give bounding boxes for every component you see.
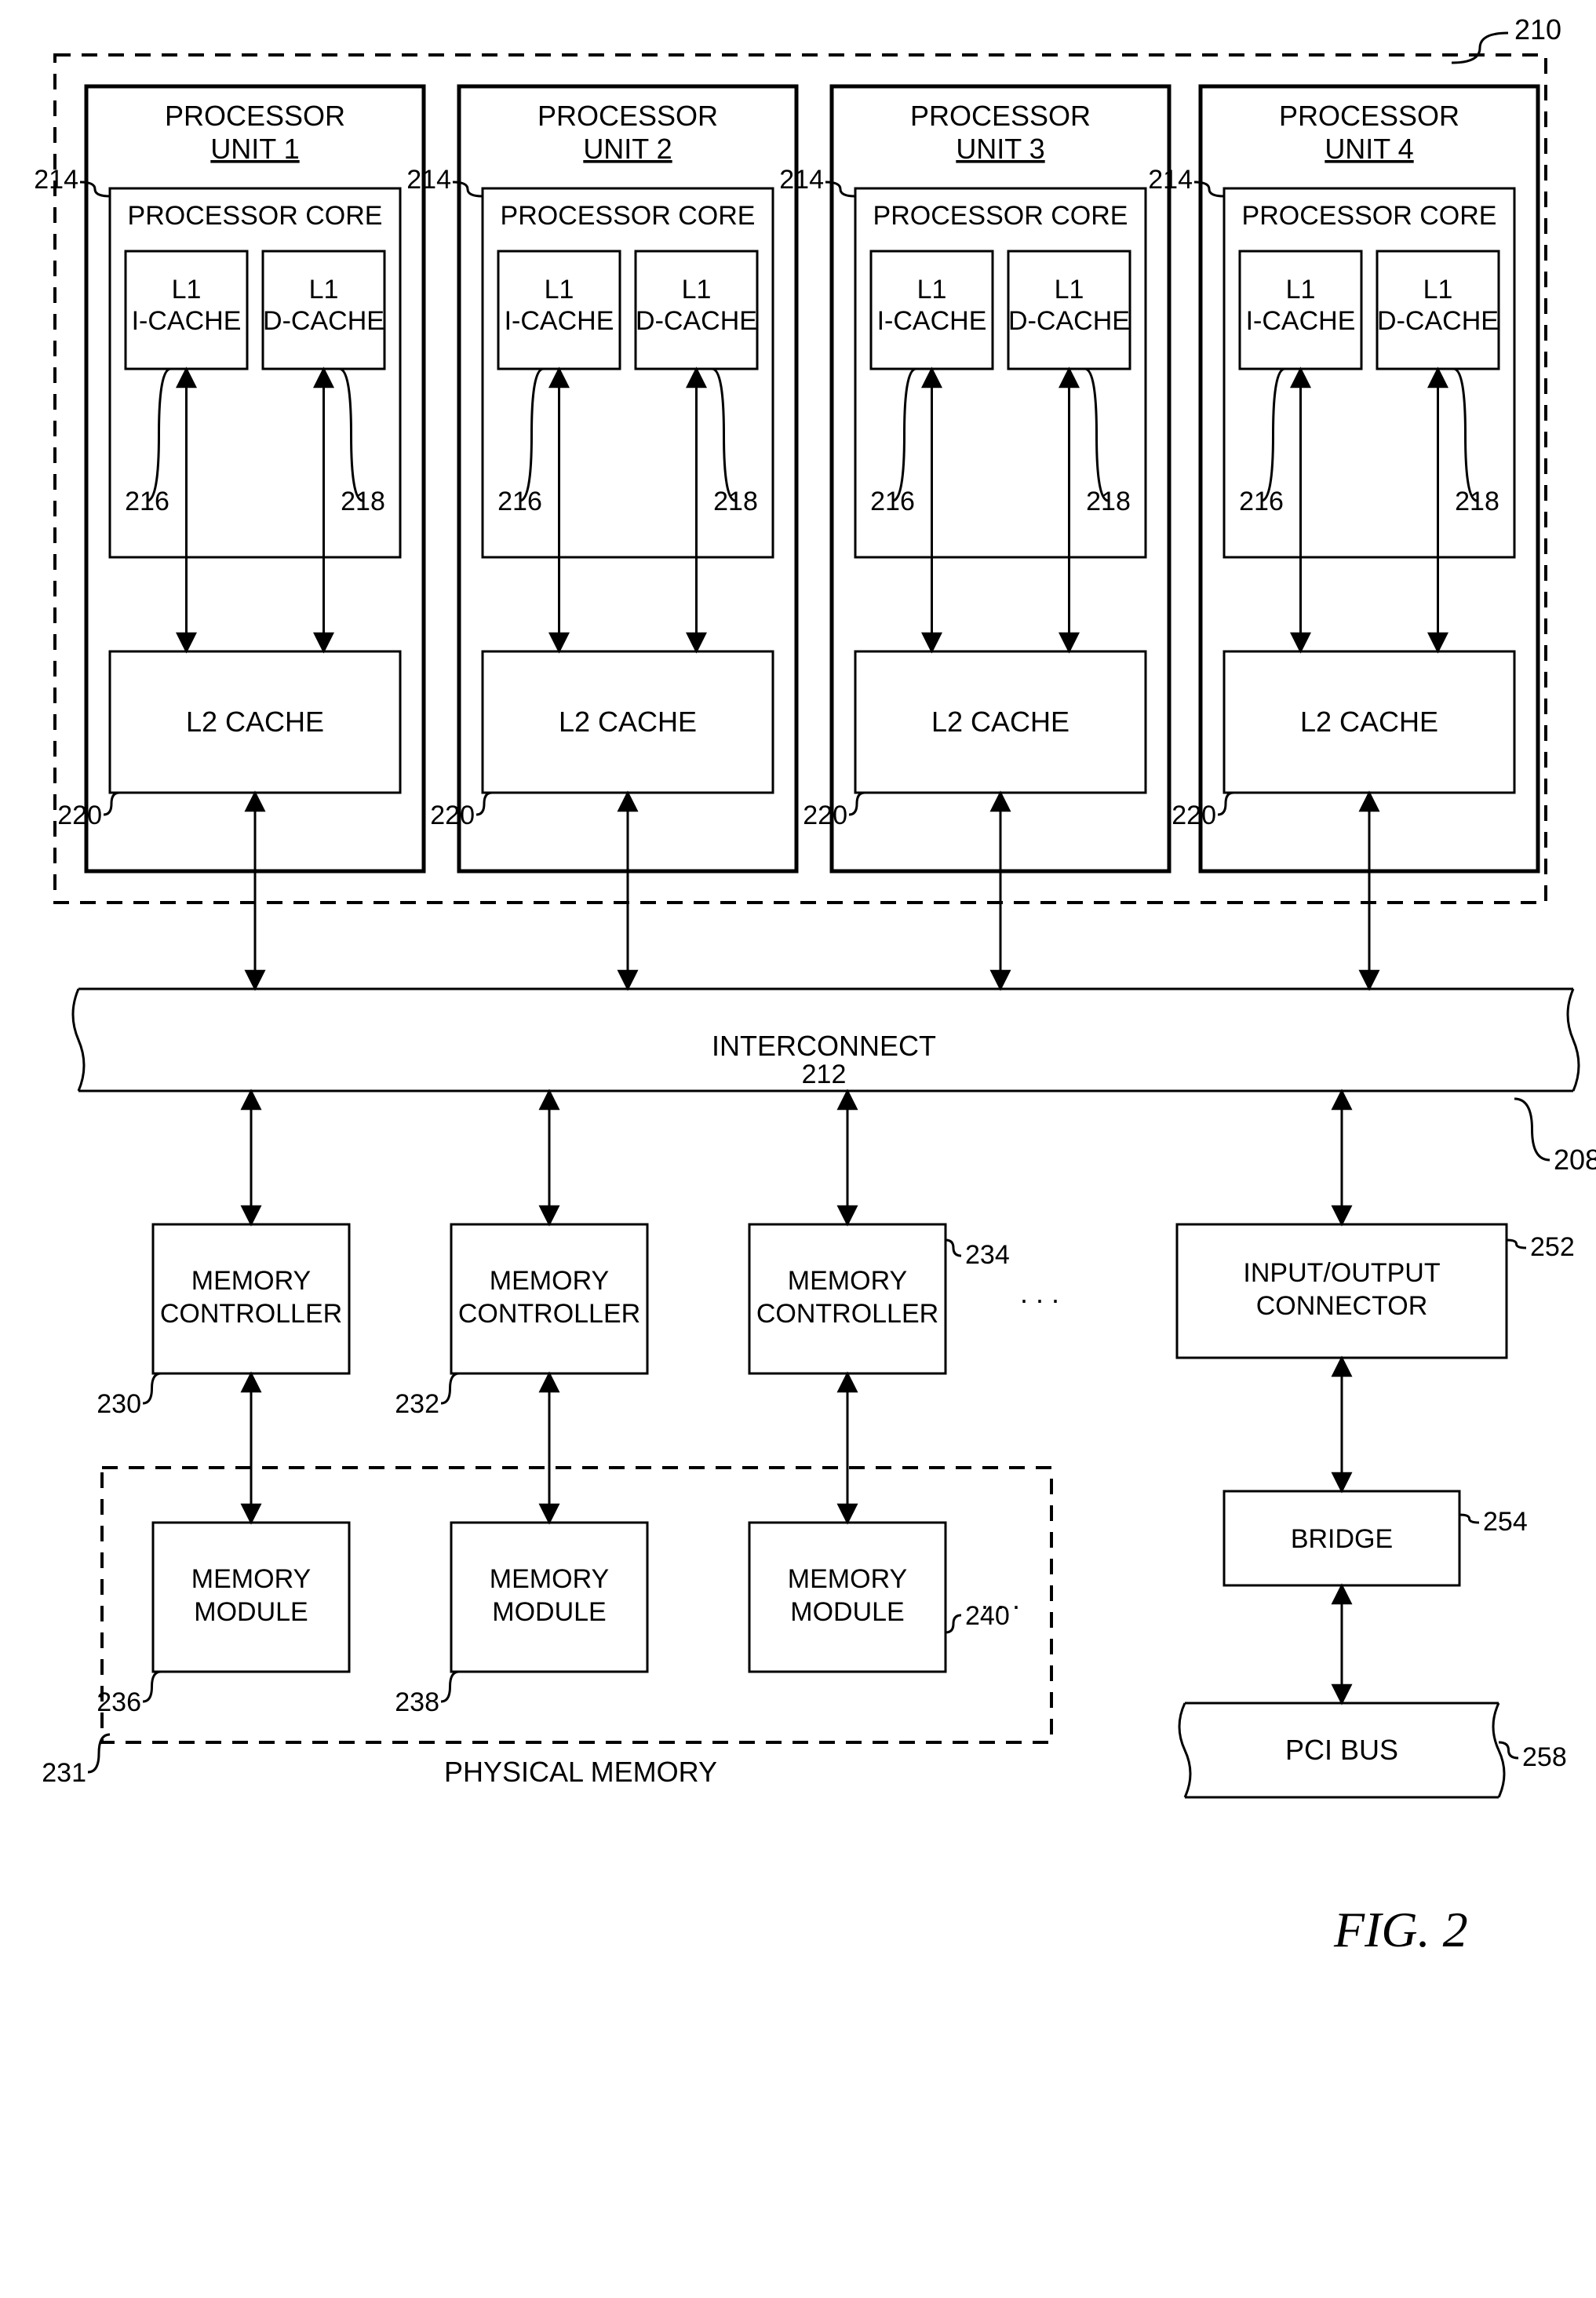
ref-230: 230 — [97, 1389, 141, 1419]
ioconn-label: INPUT/OUTPUT — [1243, 1258, 1440, 1288]
leader-236 — [143, 1672, 161, 1702]
connector-label: CONNECTOR — [1256, 1291, 1428, 1321]
ref-214: 214 — [406, 165, 451, 195]
l1-label: L1 — [917, 275, 947, 305]
l1-label: L1 — [545, 275, 574, 305]
dcache-label: D-CACHE — [1008, 306, 1130, 336]
proc-unit-num: UNIT 3 — [956, 133, 1044, 165]
leader-210 — [1452, 33, 1508, 63]
ref-214: 214 — [779, 165, 824, 195]
proc-unit-title: PROCESSOR — [537, 100, 718, 132]
l1-label: L1 — [172, 275, 202, 305]
ref-214: 214 — [1148, 165, 1193, 195]
ref-232: 232 — [395, 1389, 439, 1419]
icache-label: I-CACHE — [877, 306, 987, 336]
ref-231: 231 — [42, 1758, 86, 1788]
figure-label: FIG. 2 — [1333, 1902, 1468, 1957]
dots-mm: . . . — [981, 1583, 1020, 1615]
dcache-label: D-CACHE — [263, 306, 384, 336]
mem-label: MEMORY — [490, 1266, 609, 1296]
icache-label: I-CACHE — [132, 306, 242, 336]
mem-label: MEMORY — [788, 1266, 907, 1296]
ref-236: 236 — [97, 1687, 141, 1717]
proc-unit-title: PROCESSOR — [910, 100, 1091, 132]
controller-label: CONTROLLER — [160, 1299, 342, 1329]
leader-234 — [946, 1240, 961, 1256]
module-label: MODULE — [492, 1597, 606, 1627]
ref-220: 220 — [57, 801, 102, 830]
ref-212: 212 — [802, 1060, 847, 1089]
mem-label: MEMORY — [490, 1564, 609, 1594]
l2-label: L2 CACHE — [1300, 706, 1438, 738]
l1-label: L1 — [1286, 275, 1316, 305]
ref-214: 214 — [34, 165, 78, 195]
ref-252: 252 — [1530, 1232, 1575, 1262]
ref-208: 208 — [1554, 1144, 1596, 1176]
ref-258: 258 — [1522, 1742, 1567, 1772]
ref-234: 234 — [965, 1240, 1010, 1270]
leader-252 — [1507, 1240, 1526, 1248]
dots-mc: . . . — [1020, 1277, 1059, 1309]
module-label: MODULE — [194, 1597, 308, 1627]
leader-231 — [88, 1734, 110, 1772]
proc-core-title: PROCESSOR CORE — [1242, 201, 1497, 231]
interconnect-label: INTERCONNECT — [712, 1030, 936, 1062]
l1-label: L1 — [682, 275, 712, 305]
dcache-label: D-CACHE — [636, 306, 757, 336]
leader-232 — [441, 1373, 459, 1403]
module-label: MODULE — [790, 1597, 904, 1627]
proc-unit-title: PROCESSOR — [1279, 100, 1459, 132]
mem-label: MEMORY — [788, 1564, 907, 1594]
proc-core-title: PROCESSOR CORE — [501, 201, 756, 231]
l1-label: L1 — [1423, 275, 1453, 305]
physmem-label: PHYSICAL MEMORY — [444, 1756, 717, 1788]
controller-label: CONTROLLER — [458, 1299, 640, 1329]
leader-230 — [143, 1373, 161, 1403]
ref-220: 220 — [430, 801, 475, 830]
mem-label: MEMORY — [191, 1564, 311, 1594]
ref-220: 220 — [1171, 801, 1216, 830]
l2-label: L2 CACHE — [931, 706, 1069, 738]
l1-label: L1 — [309, 275, 339, 305]
pci-label: PCI BUS — [1285, 1734, 1398, 1766]
proc-unit-title: PROCESSOR — [165, 100, 345, 132]
proc-core-title: PROCESSOR CORE — [128, 201, 383, 231]
proc-unit-num: UNIT 4 — [1325, 133, 1413, 165]
bridge-label: BRIDGE — [1291, 1524, 1393, 1554]
l2-label: L2 CACHE — [559, 706, 697, 738]
proc-core-title: PROCESSOR CORE — [873, 201, 1128, 231]
dcache-label: D-CACHE — [1377, 306, 1499, 336]
controller-label: CONTROLLER — [756, 1299, 938, 1329]
ref-210: 210 — [1514, 13, 1561, 46]
proc-unit-num: UNIT 2 — [583, 133, 672, 165]
leader-208 — [1514, 1099, 1550, 1160]
ref-238: 238 — [395, 1687, 439, 1717]
l1-label: L1 — [1055, 275, 1084, 305]
mem-label: MEMORY — [191, 1266, 311, 1296]
leader-238 — [441, 1672, 459, 1702]
l2-label: L2 CACHE — [186, 706, 324, 738]
leader-240 — [946, 1615, 961, 1632]
ref-254: 254 — [1483, 1507, 1528, 1537]
ref-220: 220 — [803, 801, 847, 830]
proc-unit-num: UNIT 1 — [210, 133, 299, 165]
leader-254 — [1459, 1515, 1479, 1523]
icache-label: I-CACHE — [505, 306, 614, 336]
icache-label: I-CACHE — [1246, 306, 1356, 336]
